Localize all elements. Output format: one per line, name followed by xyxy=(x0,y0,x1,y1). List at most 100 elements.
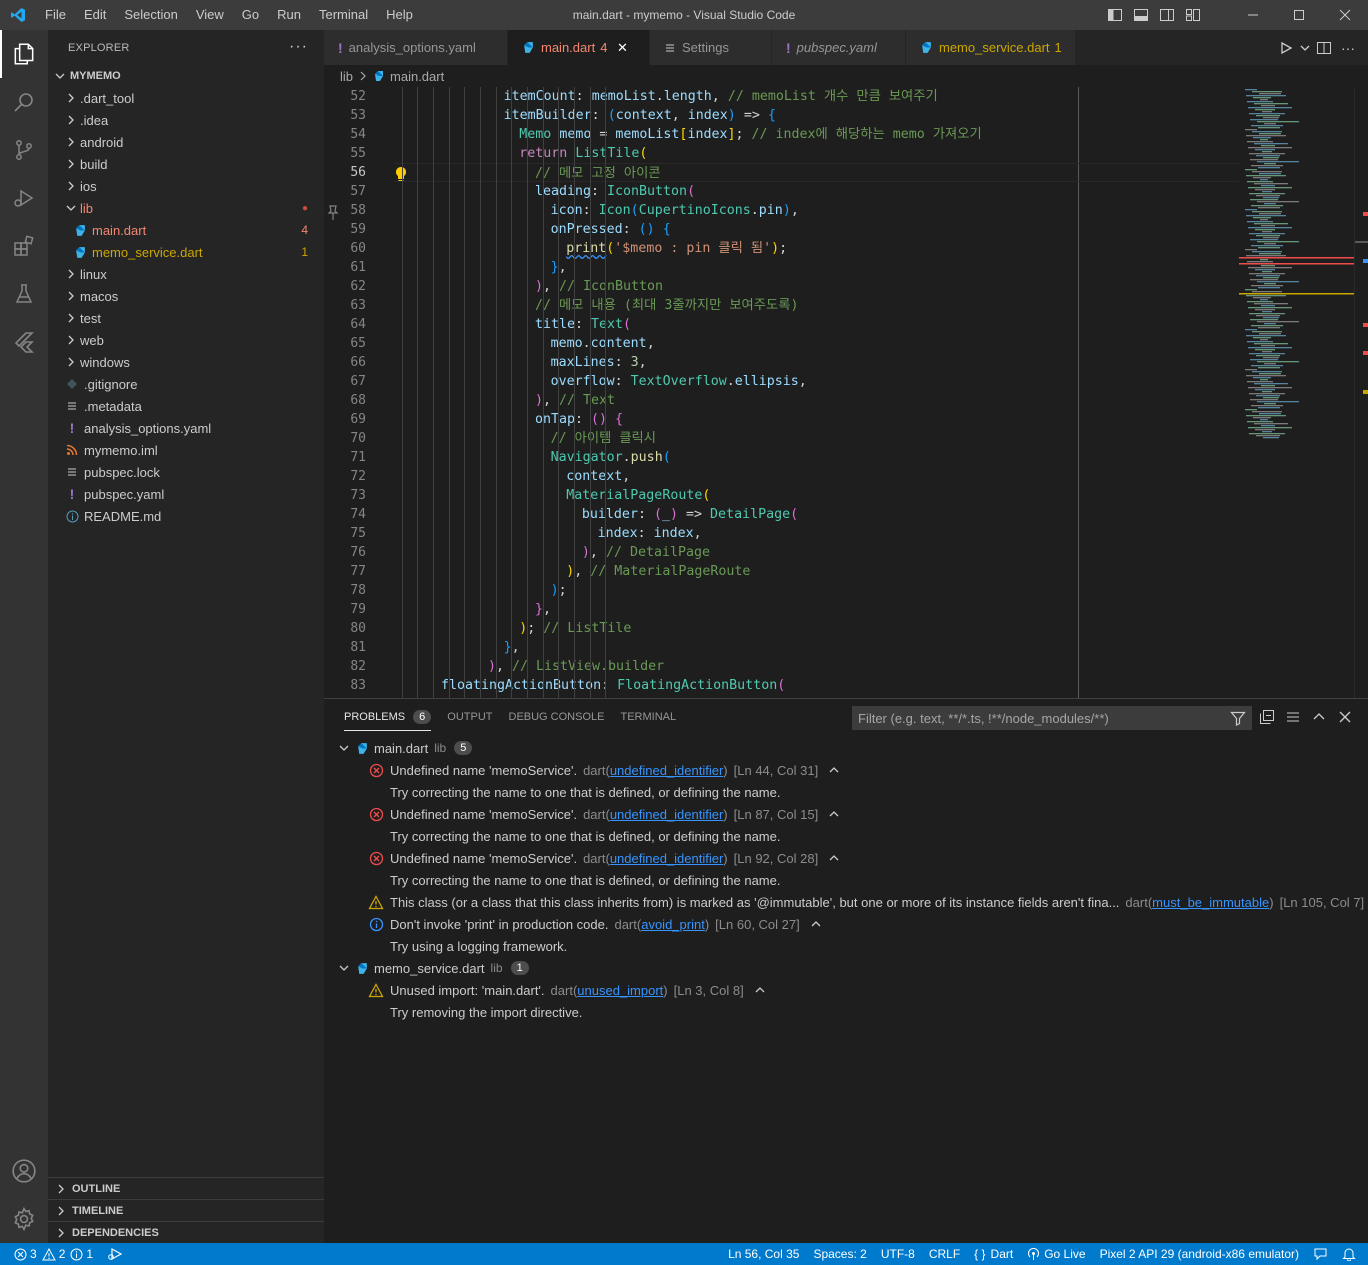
menu-edit[interactable]: Edit xyxy=(75,0,115,30)
toggle-panel-icon[interactable] xyxy=(1128,0,1154,30)
collapse-all-icon[interactable] xyxy=(1254,699,1280,735)
menu-file[interactable]: File xyxy=(36,0,75,30)
feedback-icon[interactable] xyxy=(1306,1243,1335,1265)
code-line[interactable]: ); // ListTile xyxy=(394,619,1239,638)
code-line[interactable]: ), // ListView.builder xyxy=(394,657,1239,676)
tree-item-readme-md[interactable]: README.md xyxy=(48,505,324,527)
tree-item-web[interactable]: web xyxy=(48,329,324,351)
accounts-icon[interactable] xyxy=(0,1147,48,1195)
toggle-primary-sidebar-icon[interactable] xyxy=(1102,0,1128,30)
go-live-button[interactable]: Go Live xyxy=(1020,1243,1092,1265)
chevron-up-icon[interactable] xyxy=(828,764,840,776)
code-line[interactable]: // 메모 내용 (최대 3줄까지만 보여주도록) xyxy=(394,296,1239,315)
dependencies-section[interactable]: DEPENDENCIES xyxy=(48,1221,324,1243)
panel-tab-terminal[interactable]: TERMINAL xyxy=(612,699,684,735)
tab-pubspec-yaml[interactable]: ! pubspec.yaml xyxy=(772,30,906,65)
chevron-up-icon[interactable] xyxy=(828,852,840,864)
code-line[interactable]: onTap: () { xyxy=(394,410,1239,429)
view-as-list-icon[interactable] xyxy=(1280,699,1306,735)
code-line[interactable]: ), // Text xyxy=(394,391,1239,410)
end-of-line[interactable]: CRLF xyxy=(922,1243,967,1265)
code-line[interactable]: builder: (_) => DetailPage( xyxy=(394,505,1239,524)
tab-memo-service-dart[interactable]: memo_service.dart 1 xyxy=(906,30,1076,65)
tree-item-linux[interactable]: linux xyxy=(48,263,324,285)
code-line[interactable]: // 메모 고정 아이콘 xyxy=(394,163,1239,182)
code-line[interactable]: ); xyxy=(394,581,1239,600)
extensions-icon[interactable] xyxy=(0,222,48,270)
panel-tab-debug-console[interactable]: DEBUG CONSOLE xyxy=(501,699,613,735)
chevron-up-icon[interactable] xyxy=(810,918,822,930)
explorer-icon[interactable] xyxy=(0,30,48,78)
chevron-up-icon[interactable] xyxy=(828,808,840,820)
code-line[interactable]: ), // DetailPage xyxy=(394,543,1239,562)
split-editor-icon[interactable] xyxy=(1312,30,1336,65)
menu-run[interactable]: Run xyxy=(268,0,310,30)
code-line[interactable]: print('$memo : pin 클릭 됨'); xyxy=(394,239,1239,258)
panel-tab-output[interactable]: OUTPUT xyxy=(439,699,500,735)
minimize-icon[interactable] xyxy=(1230,0,1276,30)
tree-item-android[interactable]: android xyxy=(48,131,324,153)
code-line[interactable]: Memo memo = memoList[index]; // index에 해… xyxy=(394,125,1239,144)
tree-item-memo-service-dart[interactable]: memo_service.dart 1 xyxy=(48,241,324,263)
code-line[interactable]: leading: IconButton( xyxy=(394,182,1239,201)
tree-item-main-dart[interactable]: main.dart 4 xyxy=(48,219,324,241)
language-mode[interactable]: { } Dart xyxy=(967,1243,1020,1265)
menu-selection[interactable]: Selection xyxy=(115,0,186,30)
code-line[interactable]: memo.content, xyxy=(394,334,1239,353)
problems-filter-input[interactable]: Filter (e.g. text, **/*.ts, !**/node_mod… xyxy=(852,706,1252,730)
breadcrumb-folder[interactable]: lib xyxy=(340,69,353,84)
tree-item-build[interactable]: build xyxy=(48,153,324,175)
maximize-panel-icon[interactable] xyxy=(1306,699,1332,735)
flutter-icon[interactable] xyxy=(0,318,48,366)
problem-item[interactable]: Undefined name 'memoService'. dart(undefi… xyxy=(324,803,1368,825)
problem-file-group[interactable]: main.dart lib 5 xyxy=(324,737,1368,759)
code-line[interactable]: maxLines: 3, xyxy=(394,353,1239,372)
tree-item-dart-tool[interactable]: .dart_tool xyxy=(48,87,324,109)
tree-item-mymemo-iml[interactable]: mymemo.iml xyxy=(48,439,324,461)
code-line[interactable]: context, xyxy=(394,467,1239,486)
testing-icon[interactable] xyxy=(0,270,48,318)
problem-file-group[interactable]: memo_service.dart lib 1 xyxy=(324,957,1368,979)
tree-item-analysis-options-yaml[interactable]: ! analysis_options.yaml xyxy=(48,417,324,439)
tree-item-windows[interactable]: windows xyxy=(48,351,324,373)
code-line[interactable]: ), // MaterialPageRoute xyxy=(394,562,1239,581)
menu-terminal[interactable]: Terminal xyxy=(310,0,377,30)
code-line[interactable]: return ListTile( xyxy=(394,144,1239,163)
tree-item-metadata[interactable]: .metadata xyxy=(48,395,324,417)
filter-icon[interactable] xyxy=(1230,710,1246,729)
code-line[interactable]: MaterialPageRoute( xyxy=(394,486,1239,505)
tree-item-test[interactable]: test xyxy=(48,307,324,329)
minimap[interactable] xyxy=(1239,87,1354,698)
tree-item-pubspec-yaml[interactable]: ! pubspec.yaml xyxy=(48,483,324,505)
indentation[interactable]: Spaces: 2 xyxy=(806,1243,873,1265)
problem-item[interactable]: Undefined name 'memoService'. dart(undefi… xyxy=(324,759,1368,781)
problem-item[interactable]: Don't invoke 'print' in production code.… xyxy=(324,913,1368,935)
tree-item-lib[interactable]: lib ● xyxy=(48,197,324,219)
code-line[interactable]: overflow: TextOverflow.ellipsis, xyxy=(394,372,1239,391)
more-actions-icon[interactable]: ··· xyxy=(289,38,308,56)
more-actions-icon[interactable]: ··· xyxy=(1336,30,1360,65)
problem-code-link[interactable]: undefined_identifier xyxy=(610,807,723,822)
source-control-icon[interactable] xyxy=(0,126,48,174)
maximize-icon[interactable] xyxy=(1276,0,1322,30)
toggle-secondary-sidebar-icon[interactable] xyxy=(1154,0,1180,30)
code-line[interactable]: floatingActionButton: FloatingActionButt… xyxy=(394,676,1239,695)
tree-item-gitignore[interactable]: .gitignore xyxy=(48,373,324,395)
run-debug-icon[interactable] xyxy=(0,174,48,222)
code-line[interactable]: icon: Icon(CupertinoIcons.pin), xyxy=(394,201,1239,220)
problems-status[interactable]: 3 2 1 xyxy=(12,1243,100,1265)
workspace-root[interactable]: MYMEMO xyxy=(48,65,324,87)
cursor-position[interactable]: Ln 56, Col 35 xyxy=(721,1243,806,1265)
code-lines[interactable]: itemCount: memoList.length, // memoList … xyxy=(394,87,1239,698)
chevron-down-icon[interactable] xyxy=(1298,30,1312,65)
code-line[interactable]: }, xyxy=(394,638,1239,657)
problem-item[interactable]: This class (or a class that this class i… xyxy=(324,891,1368,913)
outline-section[interactable]: OUTLINE xyxy=(48,1177,324,1199)
menu-view[interactable]: View xyxy=(187,0,233,30)
code-line[interactable]: itemCount: memoList.length, // memoList … xyxy=(394,87,1239,106)
tab-settings[interactable]: Settings xyxy=(650,30,772,65)
file-encoding[interactable]: UTF-8 xyxy=(874,1243,922,1265)
problem-code-link[interactable]: undefined_identifier xyxy=(610,851,723,866)
problem-item[interactable]: Unused import: 'main.dart'. dart(unused_i… xyxy=(324,979,1368,1001)
chevron-up-icon[interactable] xyxy=(754,984,766,996)
